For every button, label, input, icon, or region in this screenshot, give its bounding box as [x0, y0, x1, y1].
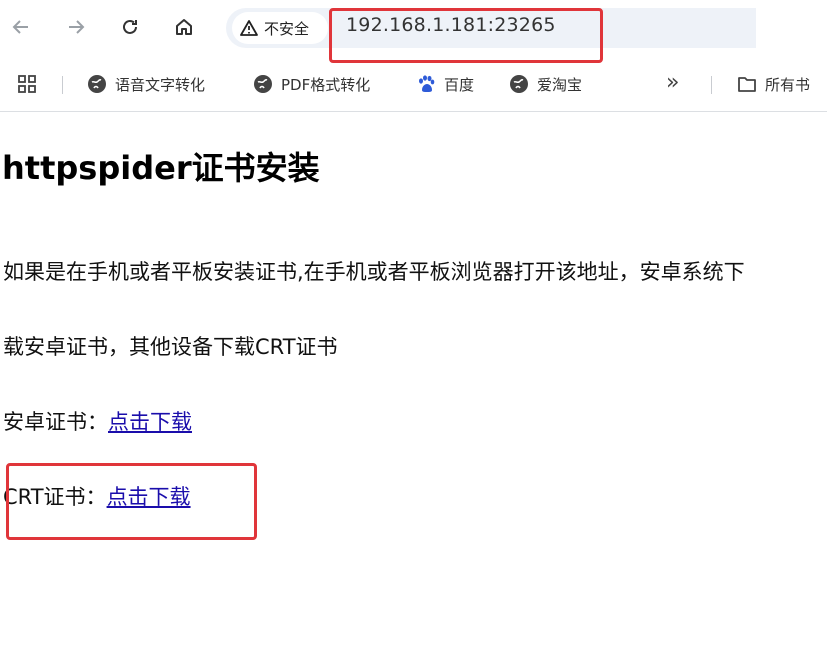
reload-button[interactable] — [115, 12, 145, 42]
all-bookmarks-label: 所有书 — [765, 75, 811, 94]
forward-arrow-icon — [69, 20, 85, 34]
bookmarks-bar: 语音文字转化 PDF格式转化 百度 爱淘宝 » 所有书 — [0, 64, 827, 104]
android-cert-label: 安卓证书： — [3, 410, 108, 434]
bookmarks-separator — [62, 76, 63, 94]
bookmark-label: PDF格式转化 — [281, 75, 371, 94]
reload-icon — [123, 19, 137, 34]
url-text[interactable]: 192.168.1.181:23265 — [346, 14, 556, 36]
crt-cert-row: CRT证书：点击下载 — [3, 481, 191, 511]
android-cert-row: 安卓证书：点击下载 — [3, 406, 192, 436]
bookmark-label: 语音文字转化 — [115, 75, 206, 94]
more-bookmarks-button[interactable]: » — [666, 70, 679, 95]
apps-button[interactable] — [17, 74, 37, 98]
page-title: httpspider证书安装 — [2, 149, 320, 187]
instruction-text-line1: 如果是在手机或者平板安装证书,在手机或者平板浏览器打开该地址，安卓系统下 — [3, 260, 745, 284]
bookmark-label: 百度 — [444, 75, 475, 94]
all-bookmarks-button[interactable]: 所有书 — [737, 72, 810, 96]
bookmarks-separator — [711, 76, 712, 94]
bookmark-item[interactable]: PDF格式转化 — [253, 72, 370, 96]
bookmark-label: 爱淘宝 — [537, 75, 583, 94]
android-cert-download-link[interactable]: 点击下载 — [108, 410, 192, 434]
globe-icon — [88, 75, 106, 93]
folder-icon — [738, 77, 756, 92]
apps-grid-icon — [18, 75, 36, 93]
browser-toolbar: 不安全 192.168.1.181:23265 — [0, 0, 827, 58]
instruction-text-line2: 载安卓证书，其他设备下载CRT证书 — [3, 335, 338, 359]
bookmark-item[interactable]: 百度 — [416, 72, 474, 96]
bookmark-item[interactable]: 爱淘宝 — [509, 72, 582, 96]
baidu-paw-icon — [419, 75, 435, 92]
toolbar-divider — [0, 111, 827, 112]
bookmark-item[interactable]: 语音文字转化 — [87, 72, 205, 96]
back-arrow-icon — [12, 20, 28, 34]
back-button[interactable] — [6, 12, 36, 42]
globe-icon — [510, 75, 528, 93]
crt-cert-label: CRT证书： — [3, 485, 107, 509]
forward-button[interactable] — [61, 12, 91, 42]
crt-cert-download-link[interactable]: 点击下载 — [107, 485, 191, 509]
home-button[interactable] — [169, 12, 199, 42]
security-indicator[interactable]: 不安全 — [232, 12, 328, 44]
warning-icon — [240, 20, 258, 36]
security-label: 不安全 — [264, 19, 310, 38]
globe-icon — [254, 75, 272, 93]
home-icon — [176, 19, 192, 35]
